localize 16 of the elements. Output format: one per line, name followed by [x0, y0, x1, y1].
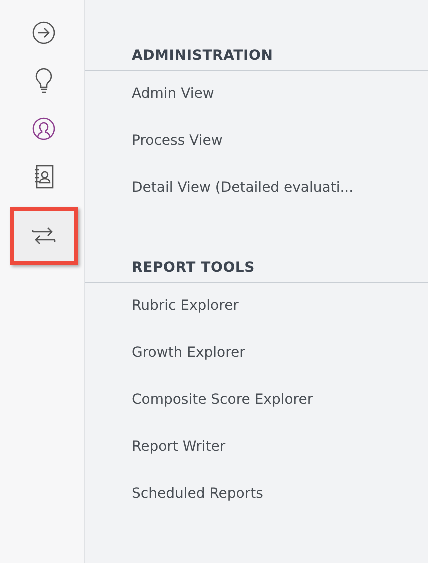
menu-item[interactable]: Growth Explorer	[85, 330, 428, 377]
menu-item[interactable]: Detail View (Detailed evaluati...	[85, 165, 428, 212]
menu-item[interactable]: Composite Score Explorer	[85, 377, 428, 424]
menu-item[interactable]: Scheduled Reports	[85, 471, 428, 518]
menu-item[interactable]: Process View	[85, 118, 428, 165]
swap-arrows-icon	[31, 226, 57, 246]
menu-item[interactable]: Rubric Explorer	[85, 283, 428, 330]
menu-item[interactable]: Admin View	[85, 71, 428, 118]
lightbulb-icon	[35, 68, 53, 94]
menu-item[interactable]: Report Writer	[85, 424, 428, 471]
section-heading: ADMINISTRATION	[85, 48, 428, 71]
section-heading: REPORT TOOLS	[85, 260, 428, 283]
arrow-circle-icon	[32, 21, 56, 45]
rail-button[interactable]	[10, 207, 78, 265]
user-circle-icon	[32, 117, 56, 141]
address-book-icon	[33, 165, 55, 189]
